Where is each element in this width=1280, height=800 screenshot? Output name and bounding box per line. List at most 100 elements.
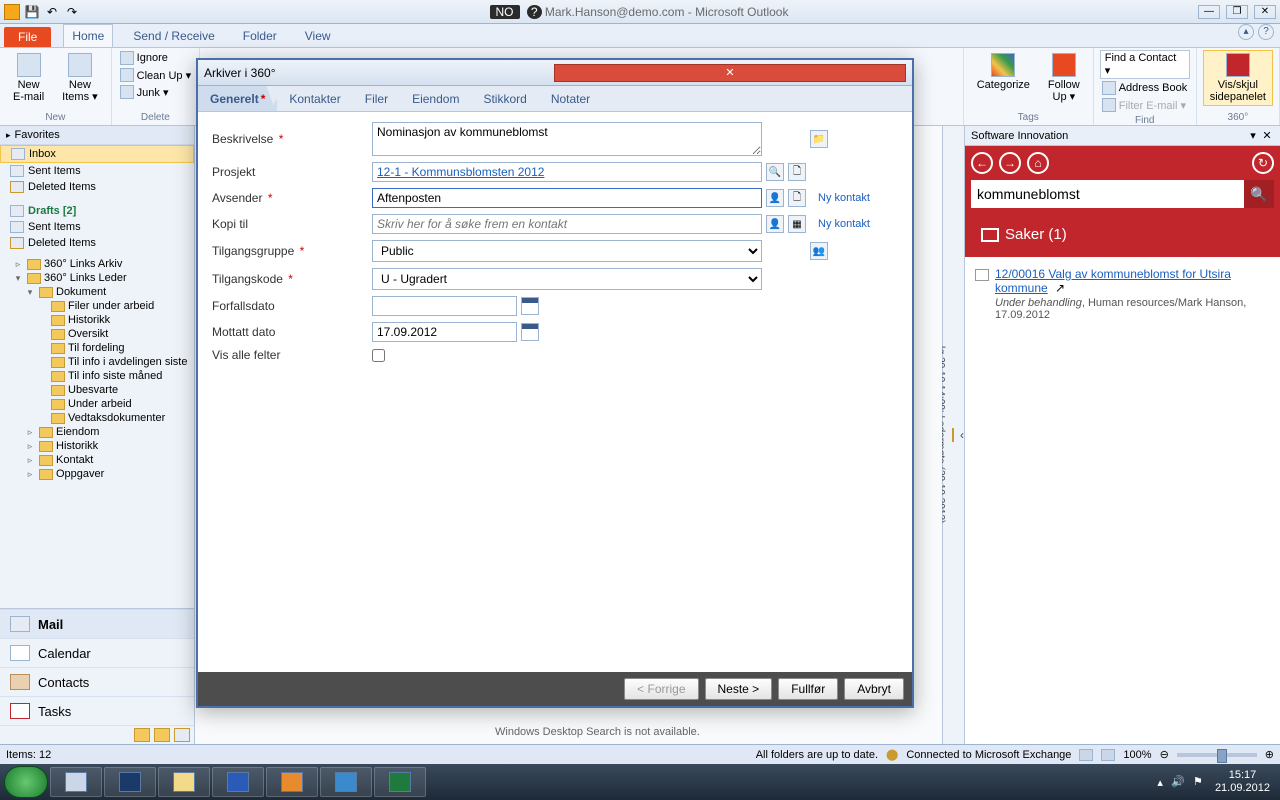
tree-kontakt[interactable]: ▹Kontakt [0, 453, 194, 467]
nav-home-icon[interactable]: ⌂ [1027, 152, 1049, 174]
neste-button[interactable]: Neste > [705, 678, 773, 700]
nav-calendar[interactable]: Calendar [0, 638, 194, 667]
clear-icon[interactable]: 🗋 [788, 189, 806, 207]
ribbon-min-icon[interactable]: ▴ [1238, 24, 1254, 40]
mottatt-input[interactable] [372, 322, 517, 342]
dlg-tab-stikkord[interactable]: Stikkord [471, 86, 538, 111]
group-icon[interactable]: 👥 [810, 242, 828, 260]
nav-deleted[interactable]: Deleted Items [0, 179, 194, 195]
junk-button[interactable]: Junk ▾ [118, 84, 193, 100]
address-book-button[interactable]: Address Book [1100, 80, 1190, 96]
calendar-icon[interactable] [521, 323, 539, 341]
goto-icon[interactable]: ↗ [1055, 281, 1065, 295]
nav-mail[interactable]: Mail [0, 609, 194, 638]
tab-home[interactable]: Home [63, 24, 113, 47]
tray-icon[interactable]: 🔊 [1171, 775, 1185, 789]
forrige-button[interactable]: < Forrige [624, 678, 698, 700]
tree-dokument[interactable]: ▾Dokument [0, 285, 194, 299]
tree-links-leder[interactable]: ▾360° Links Leder [0, 271, 194, 285]
sidepanel-close-icon[interactable]: ✕ [1260, 129, 1274, 142]
view-normal-icon[interactable] [1079, 749, 1093, 761]
dlg-tab-filer[interactable]: Filer [353, 86, 400, 111]
nav-refresh-icon[interactable]: ↻ [1252, 152, 1274, 174]
prosjekt-input[interactable] [372, 162, 762, 182]
search-input[interactable] [971, 180, 1244, 208]
forfall-input[interactable] [372, 296, 517, 316]
fullfor-button[interactable]: Fullfør [778, 678, 838, 700]
dlg-tab-notater[interactable]: Notater [539, 86, 602, 111]
nav-deleted2[interactable]: Deleted Items [0, 235, 194, 251]
tray-flag-icon[interactable]: ⚑ [1193, 775, 1207, 789]
nav-contacts[interactable]: Contacts [0, 667, 194, 696]
lang-indicator[interactable]: NO [490, 5, 520, 19]
file-tab[interactable]: File [4, 27, 51, 47]
tab-folder[interactable]: Folder [235, 25, 285, 47]
ribbon-help-icon[interactable]: ? [1258, 24, 1274, 40]
folder-mini-icon[interactable] [134, 728, 150, 742]
beskrivelse-input[interactable]: Nominasjon av kommuneblomst [372, 122, 762, 156]
ny-kontakt-link[interactable]: Ny kontakt [818, 218, 870, 230]
sidepanel-category[interactable]: Saker (1) [965, 216, 1280, 257]
sidepanel-menu-icon[interactable]: ▾ [1246, 129, 1260, 142]
taskbar-explorer[interactable] [158, 767, 210, 797]
sidepanel-toggle-button[interactable]: Vis/skjul sidepanelet [1203, 50, 1273, 106]
tilgangskode-select[interactable]: U - Ugradert [372, 268, 762, 290]
lookup-icon[interactable]: 📁 [810, 130, 828, 148]
nav-tasks[interactable]: Tasks [0, 696, 194, 725]
tree-oppgaver[interactable]: ▹Oppgaver [0, 467, 194, 481]
todo-bar[interactable]: ‹ lø 20.10 14:00: Ledermøte (20.10.2012)… [942, 126, 964, 744]
tilgangsgruppe-select[interactable]: Public [372, 240, 762, 262]
cleanup-button[interactable]: Clean Up ▾ [118, 67, 193, 83]
tree-links-arkiv[interactable]: ▹360° Links Arkiv [0, 257, 194, 271]
tray-expand-icon[interactable]: ▴ [1157, 776, 1163, 789]
dialog-close-button[interactable]: ✕ [554, 64, 906, 82]
qat-undo-icon[interactable]: ↶ [44, 4, 60, 20]
ny-kontakt-link[interactable]: Ny kontakt [818, 192, 870, 204]
config-mini-icon[interactable] [174, 728, 190, 742]
close-button[interactable]: ✕ [1254, 5, 1276, 19]
help-icon[interactable]: ? [527, 5, 542, 19]
tree-child[interactable]: Vedtaksdokumenter [0, 411, 194, 425]
taskbar-app[interactable] [50, 767, 102, 797]
clear-icon[interactable]: 🗋 [788, 163, 806, 181]
ignore-button[interactable]: Ignore [118, 50, 193, 66]
avbryt-button[interactable]: Avbryt [844, 678, 904, 700]
calendar-mini-icon[interactable] [952, 428, 954, 442]
view-reading-icon[interactable] [1101, 749, 1115, 761]
tree-child[interactable]: Ubesvarte [0, 383, 194, 397]
calendar-icon[interactable] [521, 297, 539, 315]
tree-child[interactable]: Til info i avdelingen siste [0, 355, 194, 369]
tree-child[interactable]: Historikk [0, 313, 194, 327]
categorize-button[interactable]: Categorize [970, 50, 1037, 94]
zoom-in-button[interactable]: ⊕ [1265, 748, 1274, 761]
search-button[interactable]: 🔍 [1244, 180, 1274, 208]
tree-eiendom[interactable]: ▹Eiendom [0, 425, 194, 439]
clock[interactable]: 15:17 21.09.2012 [1215, 769, 1270, 795]
taskbar-word[interactable] [212, 767, 264, 797]
dlg-tab-generelt[interactable]: Generelt* [198, 86, 277, 111]
tab-send-receive[interactable]: Send / Receive [125, 25, 222, 47]
taskbar-excel[interactable] [374, 767, 426, 797]
dialog-titlebar[interactable]: Arkiver i 360° ✕ [198, 60, 912, 86]
taskbar-outlook[interactable] [266, 767, 318, 797]
nav-back-icon[interactable]: ← [971, 152, 993, 174]
nav-inbox[interactable]: Inbox [0, 145, 194, 163]
result-link[interactable]: 12/00016 Valg av kommuneblomst for Utsir… [995, 267, 1231, 295]
notes-mini-icon[interactable] [154, 728, 170, 742]
tree-child[interactable]: Filer under arbeid [0, 299, 194, 313]
nav-sent[interactable]: Sent Items [0, 163, 194, 179]
taskbar-powershell[interactable] [104, 767, 156, 797]
followup-button[interactable]: Follow Up ▾ [1041, 50, 1087, 106]
tree-child[interactable]: Til fordeling [0, 341, 194, 355]
tree-historikk[interactable]: ▹Historikk [0, 439, 194, 453]
visalle-checkbox[interactable] [372, 349, 385, 362]
zoom-slider[interactable] [1177, 753, 1257, 757]
kopi-input[interactable] [372, 214, 762, 234]
nav-sent2[interactable]: Sent Items [0, 219, 194, 235]
avsender-input[interactable] [372, 188, 762, 208]
tree-child[interactable]: Oversikt [0, 327, 194, 341]
dlg-tab-kontakter[interactable]: Kontakter [277, 86, 352, 111]
result-item[interactable]: 12/00016 Valg av kommuneblomst for Utsir… [973, 263, 1272, 325]
person-icon[interactable]: 👤 [766, 189, 784, 207]
nav-drafts[interactable]: Drafts [2] [0, 203, 194, 219]
